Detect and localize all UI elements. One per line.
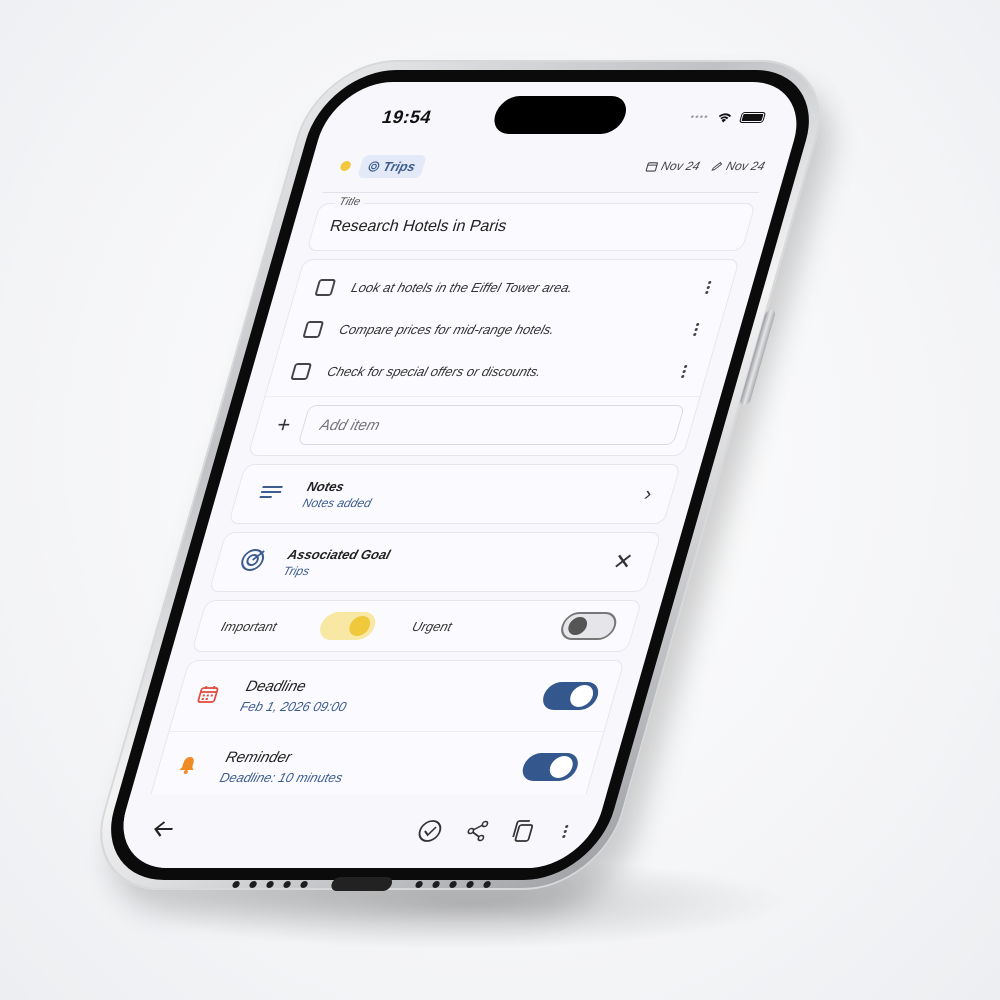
stage: 19:54 •••• Trips Nov 24 Nov 24 Title Res… (0, 0, 1000, 1000)
phone-device: 19:54 •••• Trips Nov 24 Nov 24 Title Res… (81, 60, 839, 892)
checkbox[interactable] (314, 278, 337, 296)
add-item-row: + (248, 396, 700, 455)
status-bar: 19:54 •••• (320, 96, 805, 134)
pencil-icon (711, 161, 723, 171)
reminder-toggle[interactable] (519, 753, 582, 781)
toggle-knob (566, 617, 590, 635)
schedule-card: Deadline Feb 1, 2026 09:00 Reminder Dead… (147, 660, 625, 794)
created-date: Nov 24 (645, 159, 702, 173)
task-detail: Trips Nov 24 Nov 24 Title Research Hotel… (131, 152, 791, 794)
wifi-icon (718, 113, 732, 123)
flags-row: Important Urgent (191, 600, 643, 652)
reminder-title: Reminder (223, 749, 294, 766)
important-label: Important (219, 618, 279, 634)
status-icons: •••• (689, 111, 767, 123)
bottom-toolbar (109, 794, 607, 868)
toggle-knob (547, 756, 576, 778)
item-menu-icon[interactable] (687, 322, 705, 336)
checkbox[interactable] (290, 362, 313, 380)
goal-subtitle: Trips (281, 563, 312, 578)
checklist-item-text[interactable]: Look at hotels in the Eiffel Tower area. (350, 280, 703, 295)
add-item-input[interactable] (297, 405, 686, 445)
important-toggle[interactable] (316, 612, 379, 640)
title-label: Title (333, 196, 366, 208)
goal-chip[interactable]: Trips (357, 154, 427, 178)
urgent-label: Urgent (410, 618, 454, 634)
dynamic-island (489, 96, 631, 134)
arrow-left-icon[interactable] (148, 818, 177, 844)
item-menu-icon[interactable] (675, 364, 693, 378)
item-menu-icon[interactable] (699, 280, 717, 294)
deadline-title: Deadline (243, 678, 309, 695)
signal-icon: •••• (689, 111, 711, 123)
toggle-knob (567, 685, 596, 707)
urgent-toggle[interactable] (557, 612, 620, 640)
reminder-row[interactable]: Reminder Deadline: 10 minutes (149, 731, 604, 794)
toolbar-actions (414, 819, 575, 843)
share-icon[interactable] (463, 820, 491, 842)
checkbox[interactable] (302, 320, 325, 338)
goal-text: Associated Goal Trips (268, 547, 618, 578)
target-icon (368, 160, 380, 172)
calendar-icon (645, 161, 659, 172)
battery-icon (739, 111, 767, 123)
bottom-ports (230, 876, 493, 892)
check-circle-icon[interactable] (414, 819, 445, 843)
checklist-item: Look at hotels in the Eiffel Tower area. (291, 266, 737, 308)
notes-subtitle: Notes added (301, 495, 374, 510)
deadline-text: Deadline Feb 1, 2026 09:00 (222, 678, 548, 714)
created-date-text: Nov 24 (659, 159, 702, 173)
reminder-text: Reminder Deadline: 10 minutes (202, 749, 528, 785)
usb-c-port (329, 877, 394, 891)
goal-chip-label: Trips (381, 158, 418, 174)
edited-date-text: Nov 24 (724, 159, 767, 173)
more-vertical-icon[interactable] (556, 824, 574, 838)
checklist-item-text[interactable]: Check for special offers or discounts. (326, 364, 679, 379)
goal-row[interactable]: Associated Goal Trips ✕ (208, 532, 662, 592)
title-value[interactable]: Research Hotels in Paris (328, 218, 735, 236)
checklist-item: Compare prices for mid-range hotels. (279, 308, 725, 350)
deadline-toggle[interactable] (539, 682, 602, 710)
notes-text: Notes Notes added (287, 479, 649, 510)
task-dates: Nov 24 Nov 24 (645, 159, 767, 173)
checklist-item-text[interactable]: Compare prices for mid-range hotels. (338, 322, 691, 337)
header-divider (322, 192, 760, 193)
reminder-value: Deadline: 10 minutes (218, 770, 345, 785)
deadline-row[interactable]: Deadline Feb 1, 2026 09:00 (170, 661, 624, 731)
goal-title: Associated Goal (286, 546, 393, 562)
edited-date: Nov 24 (710, 159, 767, 173)
checklist-item: Check for special offers or discounts. (267, 350, 713, 392)
title-field[interactable]: Title Research Hotels in Paris (306, 196, 756, 251)
deadline-value: Feb 1, 2026 09:00 (238, 699, 349, 714)
toggle-knob (346, 616, 373, 636)
checklist: Look at hotels in the Eiffel Tower area.… (247, 259, 740, 456)
notes-row[interactable]: Notes Notes added › (227, 464, 682, 524)
priority-dot (339, 161, 353, 171)
task-header: Trips Nov 24 Nov 24 (307, 152, 791, 180)
status-time: 19:54 (379, 106, 435, 127)
chip-group: Trips (337, 154, 427, 178)
copy-icon[interactable] (508, 819, 537, 843)
notes-title: Notes (305, 478, 347, 494)
